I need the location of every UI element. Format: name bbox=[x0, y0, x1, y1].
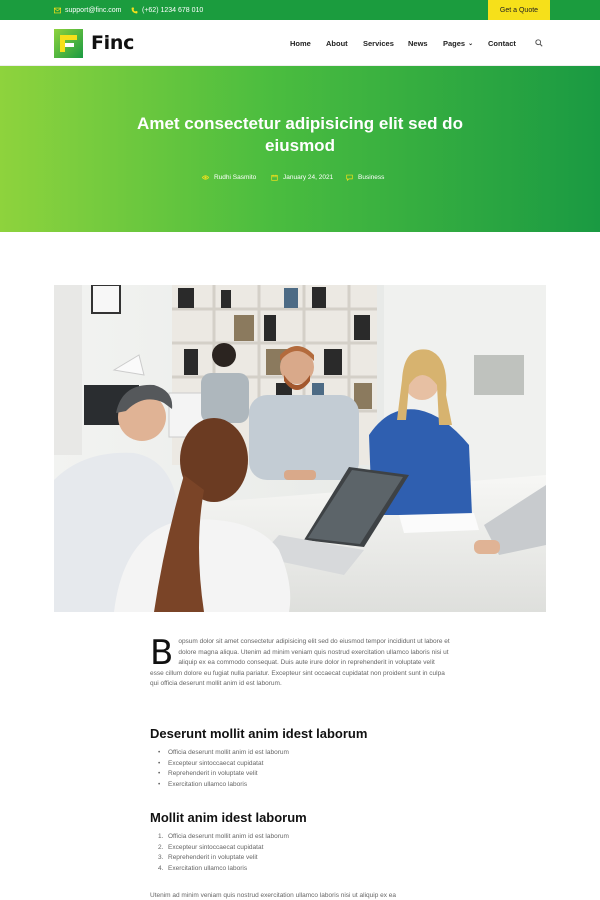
post-category[interactable]: Business bbox=[346, 172, 384, 182]
list-item-text: Reprehenderit in voluptate velit bbox=[168, 854, 258, 861]
list-number: 3. bbox=[158, 854, 164, 861]
logo-icon[interactable] bbox=[54, 29, 83, 58]
list-item: Excepteur sintoccaecat cupidatat bbox=[158, 759, 289, 770]
list-number: 4. bbox=[158, 864, 164, 872]
page-title: Amet consectetur adipisicing elit sed do… bbox=[137, 114, 463, 155]
list-item: 3. Reprehenderit in voluptate velit bbox=[158, 853, 289, 864]
list-item: Exercitation ullamco laboris bbox=[158, 780, 289, 791]
nav-home[interactable]: Home bbox=[290, 20, 311, 66]
comment-icon bbox=[346, 174, 353, 181]
nav-search[interactable] bbox=[535, 20, 543, 66]
section-heading-1: Deserunt mollit anim idest laborum bbox=[150, 726, 368, 741]
phone-icon bbox=[131, 7, 138, 13]
numbered-list: 1. Officia deserunt mollit anim id est la… bbox=[158, 832, 289, 874]
nav-about[interactable]: About bbox=[326, 20, 348, 66]
main-navbar: Finc Home About Services News Pages ⌄ Co… bbox=[0, 20, 600, 66]
brand-name[interactable]: Finc bbox=[91, 32, 134, 54]
nav-news[interactable]: News bbox=[408, 20, 428, 66]
list-item: 2. Excepteur sintoccaecat cupidatat bbox=[158, 843, 289, 854]
list-item: Reprehenderit in voluptate velit bbox=[158, 769, 289, 780]
eye-icon bbox=[202, 174, 209, 180]
article-outro: Utenim ad minim veniam quis nostrud exer… bbox=[150, 892, 397, 899]
drop-cap: B bbox=[150, 633, 174, 673]
post-date-text: January 24, 2021 bbox=[283, 173, 334, 181]
list-item-text: Excepteur sintoccaecat cupidatat bbox=[168, 843, 264, 851]
article-intro: B opsum dolor sit amet consectetur adipi… bbox=[150, 633, 450, 690]
envelope-icon bbox=[54, 7, 61, 13]
topbar-phone-text: (+62) 1234 678 010 bbox=[142, 6, 204, 14]
chevron-down-icon: ⌄ bbox=[468, 40, 474, 47]
meeting-photo bbox=[54, 285, 546, 612]
topbar-email[interactable]: support@finc.com bbox=[54, 0, 122, 20]
list-number: 1. bbox=[158, 833, 164, 840]
intro-text: opsum dolor sit amet consectetur adipisi… bbox=[150, 638, 450, 687]
hero-banner: Amet consectetur adipisicing elit sed do… bbox=[0, 66, 600, 232]
featured-image bbox=[54, 285, 546, 612]
section-heading-2: Mollit anim idest laborum bbox=[150, 810, 307, 825]
calendar-icon bbox=[271, 174, 278, 181]
list-item: 1. Officia deserunt mollit anim id est la… bbox=[158, 832, 289, 843]
nav-pages-label: Pages bbox=[443, 38, 466, 48]
list-number: 2. bbox=[158, 843, 164, 851]
topbar-email-text: support@finc.com bbox=[65, 6, 122, 14]
get-quote-button[interactable]: Get a Quote bbox=[488, 0, 550, 20]
topbar-phone[interactable]: (+62) 1234 678 010 bbox=[131, 0, 203, 20]
list-item: Officia deserunt mollit anim id est labo… bbox=[158, 748, 289, 759]
search-icon bbox=[535, 39, 543, 47]
post-author[interactable]: Rudhi Sasmito bbox=[202, 172, 256, 182]
list-item-text: Exercitation ullamco laboris bbox=[168, 864, 248, 872]
post-category-text: Business bbox=[358, 173, 385, 181]
top-bar: support@finc.com (+62) 1234 678 010 Get … bbox=[0, 0, 600, 20]
nav-services[interactable]: Services bbox=[363, 20, 394, 66]
post-author-name: Rudhi Sasmito bbox=[214, 173, 257, 181]
nav-contact[interactable]: Contact bbox=[488, 20, 516, 66]
bullet-list: Officia deserunt mollit anim id est labo… bbox=[158, 748, 289, 790]
nav-pages[interactable]: Pages ⌄ bbox=[443, 20, 473, 66]
list-item: 4. Exercitation ullamco laboris bbox=[158, 864, 289, 875]
post-date: January 24, 2021 bbox=[271, 172, 333, 182]
list-item-text: Officia deserunt mollit anim id est labo… bbox=[168, 833, 289, 840]
